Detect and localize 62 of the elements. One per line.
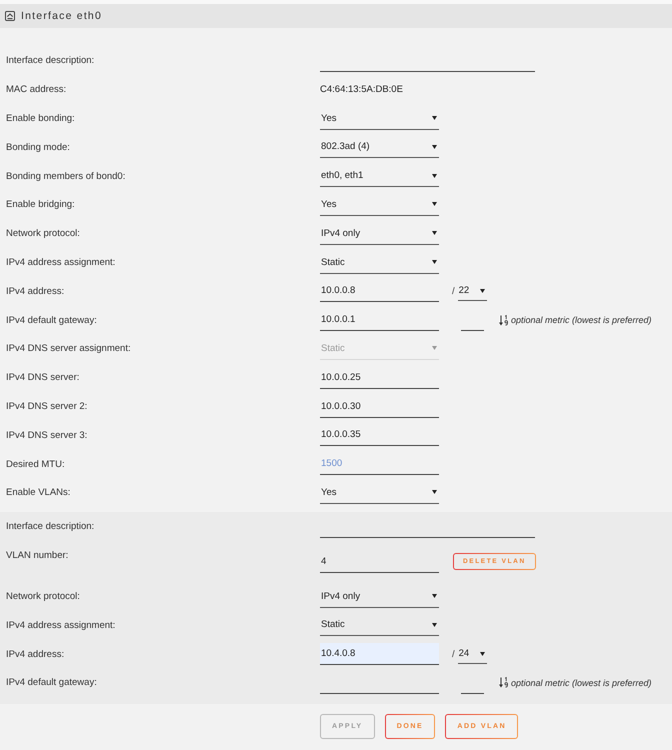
- input-field[interactable]: 10.0.0.25: [320, 366, 439, 389]
- eject-icon: [5, 11, 15, 21]
- section-title: Interface eth0: [21, 10, 102, 22]
- caret-icon: [480, 652, 485, 656]
- metric-hint: optional metric (lowest is preferred): [511, 678, 652, 688]
- field-label: MAC address:: [6, 84, 66, 96]
- caret-icon: [432, 490, 437, 494]
- dropdown[interactable]: Yes: [320, 108, 439, 130]
- caret-icon: [432, 231, 437, 236]
- field-label: IPv4 DNS server 2:: [6, 401, 88, 412]
- caret-icon: [432, 260, 437, 264]
- dropdown[interactable]: IPv4 only: [320, 586, 439, 608]
- field-label: IPv4 default gateway:: [6, 677, 97, 688]
- dropdown[interactable]: Yes: [320, 194, 439, 216]
- dropdown[interactable]: Static: [320, 252, 439, 274]
- field-label: Network protocol:: [6, 591, 80, 602]
- field-label: Desired MTU:: [6, 458, 65, 470]
- field-label: IPv4 default gateway:: [6, 314, 97, 326]
- field-label: VLAN number:: [6, 550, 68, 562]
- input-field[interactable]: 10.4.0.8: [320, 643, 439, 666]
- caret-icon: [432, 174, 437, 178]
- input-field[interactable]: 10.0.0.1: [320, 309, 439, 332]
- input-field[interactable]: 10.0.0.30: [320, 396, 439, 418]
- dropdown[interactable]: Static: [320, 614, 439, 636]
- input-field[interactable]: 10.0.0.35: [320, 424, 439, 446]
- caret-icon: [432, 622, 437, 627]
- field-label: IPv4 address assignment:: [6, 620, 116, 631]
- caret-icon: [480, 288, 485, 293]
- field-label: IPv4 address:: [6, 286, 64, 297]
- caret-icon: [432, 202, 437, 206]
- caret-icon: [432, 144, 437, 149]
- field-label: IPv4 DNS server assignment:: [6, 343, 131, 354]
- field-label: Enable bonding:: [6, 113, 75, 124]
- dropdown[interactable]: eth0, eth1: [320, 165, 439, 188]
- sort-numeric-icon: [499, 677, 508, 688]
- field-label: Bonding members of bond0:: [6, 170, 126, 182]
- caret-icon: [432, 346, 437, 350]
- dropdown[interactable]: Yes: [320, 482, 439, 504]
- prefix-length-dropdown[interactable]: 22: [458, 281, 487, 302]
- prefix-length-dropdown[interactable]: 24: [458, 644, 487, 664]
- field-label: Enable bridging:: [6, 199, 75, 210]
- field-label: Interface description:: [6, 521, 94, 532]
- input-field[interactable]: 1500: [320, 453, 439, 476]
- field-label: IPv4 DNS server 3:: [6, 430, 88, 441]
- dropdown[interactable]: IPv4 only: [320, 222, 439, 245]
- prefix-separator: /: [452, 286, 455, 297]
- caret-icon: [432, 594, 437, 598]
- prefix-separator: /: [452, 648, 455, 660]
- field-label: Bonding mode:: [6, 142, 70, 153]
- field-label: Network protocol:: [6, 228, 80, 240]
- field-label: IPv4 DNS server:: [6, 372, 80, 384]
- field-label: Enable VLANs:: [6, 487, 70, 498]
- field-label: IPv4 address:: [6, 648, 64, 660]
- field-label: IPv4 address assignment:: [6, 257, 116, 268]
- dropdown[interactable]: 802.3ad (4): [320, 136, 439, 158]
- metric-hint: optional metric (lowest is preferred): [511, 315, 652, 326]
- sort-numeric-icon: [499, 314, 508, 326]
- input-field[interactable]: 10.0.0.8: [320, 280, 439, 302]
- field-value: C4:64:13:5A:DB:0E: [320, 84, 403, 96]
- field-label: Interface description:: [6, 55, 94, 66]
- caret-icon: [432, 116, 437, 120]
- input-field[interactable]: 4: [320, 550, 439, 573]
